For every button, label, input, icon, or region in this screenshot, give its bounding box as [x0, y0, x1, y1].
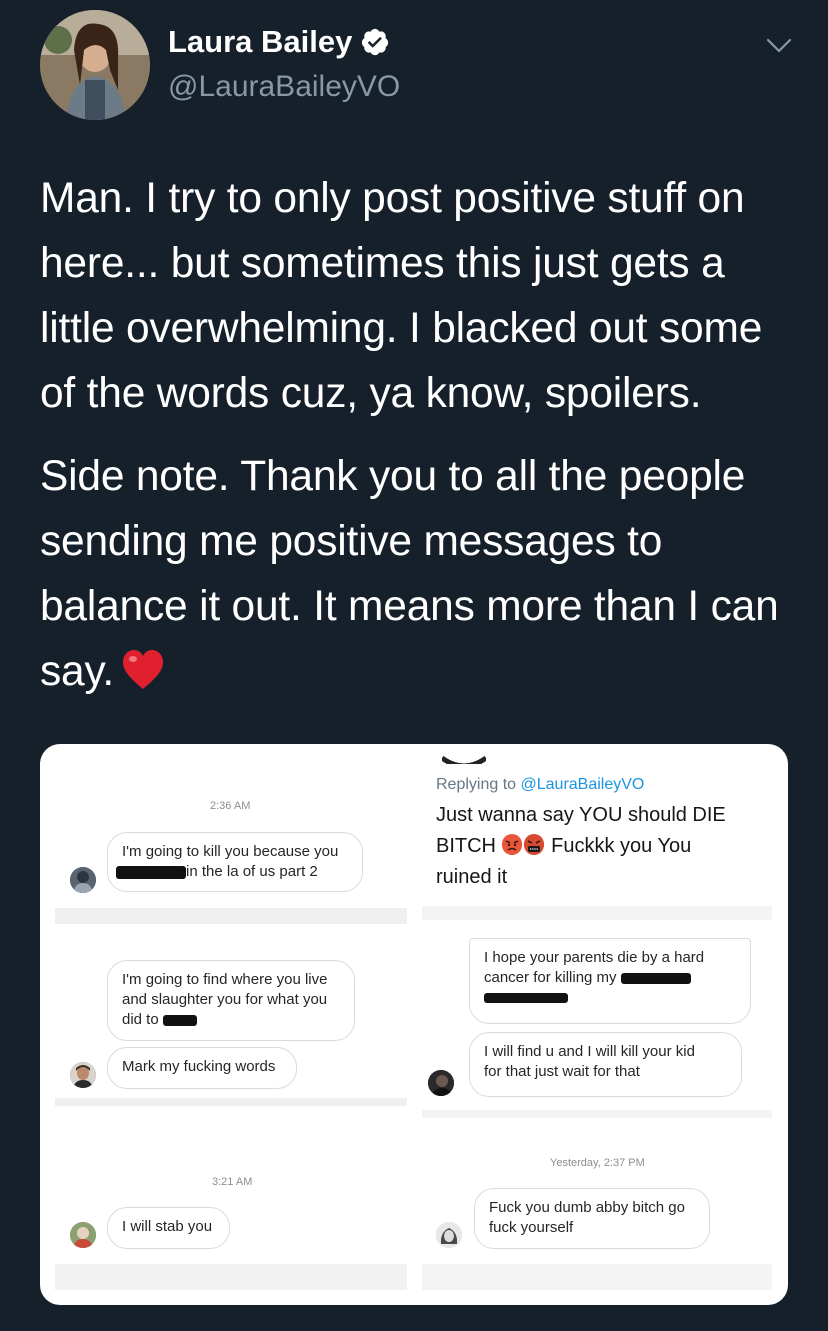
right-message-3-line-2: fuck yourself	[489, 1219, 574, 1236]
tweet-paragraph-2: Side note. Thank you to all the people s…	[40, 444, 800, 704]
author-handle[interactable]: @LauraBaileyVO	[168, 70, 400, 104]
author-avatar[interactable]	[40, 10, 150, 120]
left-message-2-line-3: did to	[122, 1011, 159, 1028]
chevron-down-icon[interactable]	[764, 30, 794, 60]
right-message-1-line-3-row	[484, 988, 736, 1008]
left-message-2-line-2: and slaughter you for what you	[122, 991, 328, 1008]
divider-bar	[55, 1098, 407, 1106]
footer-bar	[55, 1264, 407, 1290]
footer-bar	[422, 1264, 772, 1290]
replying-to-line: Replying to @LauraBaileyVO	[436, 776, 644, 794]
author-name[interactable]: Laura Bailey	[168, 24, 352, 60]
divider-bar	[55, 908, 407, 924]
reply-line-2b: Fuckkk you You	[551, 835, 692, 857]
reply-line-1: Just wanna say YOU should DIE	[436, 804, 726, 826]
media-image-card[interactable]: 2:36 AM I'm going to kill you because yo…	[40, 744, 788, 1305]
right-message-1-line-2-row: cancer for killing my	[484, 968, 736, 988]
sender-avatar[interactable]	[70, 867, 96, 893]
redaction-bar	[620, 972, 691, 984]
sender-avatar[interactable]	[70, 1062, 96, 1088]
right-message-1-line-2: cancer for killing my	[484, 969, 617, 986]
replying-to-handle[interactable]: @LauraBaileyVO	[521, 776, 645, 793]
verified-badge-icon	[360, 27, 390, 57]
reply-line-3: ruined it	[436, 866, 508, 888]
sender-avatar[interactable]	[436, 1222, 462, 1248]
tweet-body: Man. I try to only post positive stuff o…	[40, 166, 800, 722]
replying-to-label: Replying to	[436, 776, 521, 793]
timestamp-3: Yesterday, 2:37 PM	[550, 1157, 645, 1169]
left-message-2-line-1: I'm going to find where you live	[122, 971, 328, 988]
sender-avatar[interactable]	[70, 1222, 96, 1248]
divider-bar	[422, 1110, 772, 1118]
left-message-4: I will stab you	[107, 1207, 230, 1249]
right-message-3: Fuck you dumb abby bitch go fuck yoursel…	[474, 1188, 710, 1249]
reply-line-2-row: BITCH Fuckkk you You	[436, 831, 756, 862]
right-message-1: I hope your parents die by a hard cancer…	[469, 938, 751, 1024]
left-message-1-line-2: in the la of us part 2	[186, 863, 318, 880]
left-message-1-line-2-row: in the la of us part 2	[116, 862, 348, 882]
redaction-bar	[162, 1014, 197, 1026]
redaction-bar	[116, 865, 186, 879]
timestamp-1: 2:36 AM	[210, 800, 251, 812]
sender-avatar[interactable]	[428, 1070, 454, 1096]
angry-face-emoji	[501, 834, 522, 855]
redaction-bar	[484, 993, 568, 1004]
cropped-avatar	[442, 755, 486, 764]
left-message-2-line-3-row: did to	[122, 1010, 340, 1030]
cursing-face-emoji	[523, 834, 544, 855]
left-message-1-line-1: I'm going to kill you because you	[122, 843, 339, 860]
author-name-row[interactable]: Laura Bailey	[168, 24, 390, 60]
red-heart-emoji	[120, 647, 166, 693]
right-message-2-line-1: I will find u and I will kill your kid	[484, 1043, 695, 1060]
right-message-2-line-2: for that just wait for that	[484, 1063, 640, 1080]
reply-tweet-text: Just wanna say YOU should DIE BITCH Fuck…	[436, 800, 756, 893]
timestamp-2: 3:21 AM	[212, 1176, 253, 1188]
reply-line-2a: BITCH	[436, 835, 496, 857]
left-message-1: I'm going to kill you because you in the…	[107, 832, 363, 892]
tweet-paragraph-1: Man. I try to only post positive stuff o…	[40, 175, 763, 417]
right-message-1-line-1: I hope your parents die by a hard	[484, 949, 705, 966]
divider-bar	[422, 906, 772, 920]
left-message-2: I'm going to find where you live and sla…	[107, 960, 355, 1041]
right-message-2: I will find u and I will kill your kid f…	[469, 1032, 742, 1097]
left-message-3: Mark my fucking words	[107, 1047, 297, 1089]
right-message-3-line-1: Fuck you dumb abby bitch go	[489, 1199, 685, 1216]
